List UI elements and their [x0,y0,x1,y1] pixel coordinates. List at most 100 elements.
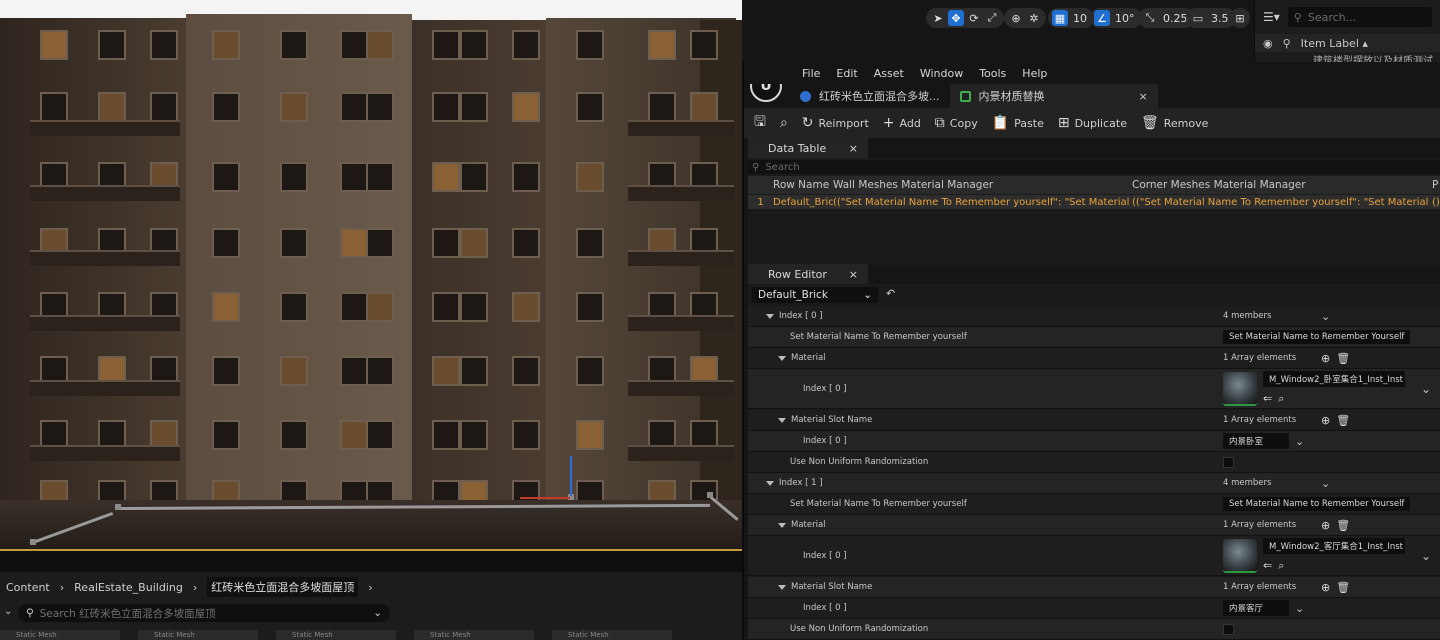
tab-data-table[interactable]: 内景材质替换 × [949,84,1158,108]
paste-button[interactable]: 📋 Paste [992,115,1044,131]
expand-arrow-icon[interactable] [778,355,786,361]
row-editor-panel-tab[interactable]: Row Editor × [748,264,868,284]
select-icon[interactable]: ➤ [930,10,946,26]
spline-point[interactable] [115,504,121,510]
surface-snap-icon[interactable]: ✲ [1026,10,1042,26]
property-row[interactable]: Set Material Name To Remember yourself Se… [748,327,1440,348]
data-table-search[interactable]: ⚲ Search [748,160,1440,174]
column-wall-meshes[interactable]: Wall Meshes Material Manager [833,179,1132,191]
property-row[interactable]: Material 1 Array elements ⊕ 🗑 [748,348,1440,369]
property-row[interactable]: Use Non Uniform Randomization [748,452,1440,473]
trash-icon[interactable]: 🗑 [1336,519,1350,532]
menu-file[interactable]: File [794,67,828,80]
world-space-icon[interactable]: ⊕ [1008,10,1024,26]
add-element-icon[interactable]: ⊕ [1321,352,1330,365]
spline-point[interactable] [707,492,713,498]
property-row[interactable]: Set Material Name To Remember yourself Se… [748,494,1440,515]
visibility-icon[interactable]: ◉ [1263,37,1273,50]
chevron-right-icon[interactable]: › [60,581,64,594]
close-icon[interactable]: × [849,268,858,281]
randomization-checkbox[interactable] [1223,456,1234,468]
asset-tile[interactable]: Static Mesh [138,630,258,640]
asset-tile[interactable]: Static Mesh [414,630,534,640]
use-selected-icon[interactable]: ⇐ [1263,559,1272,573]
add-row-button[interactable]: + Add [883,115,921,131]
menu-help[interactable]: Help [1014,67,1055,80]
close-tab-icon[interactable]: × [1139,90,1148,103]
copy-button[interactable]: ⧉ Copy [935,115,978,131]
trash-icon[interactable]: 🗑 [1336,581,1350,594]
menu-tools[interactable]: Tools [971,67,1014,80]
grid-snap-value[interactable]: 10 [1070,12,1090,25]
rotate-icon[interactable]: ⟳ [966,10,982,26]
angle-snap[interactable]: ∠ 10° [1090,8,1142,28]
chevron-down-icon[interactable]: ⌄ [373,607,382,619]
material-name-input[interactable]: Set Material Name to Remember Yourself [1223,497,1411,511]
scale-snap-icon[interactable]: ⤡ [1142,10,1158,26]
material-asset-combo[interactable]: M_Window2_卧室集合1_Inst_Inst⌄ [1263,371,1405,387]
pin-icon[interactable]: ⚲ [1283,37,1291,50]
browse-asset-icon[interactable]: ⌕ [1278,559,1284,573]
add-element-icon[interactable]: ⊕ [1321,581,1330,594]
use-selected-icon[interactable]: ⇐ [1263,392,1272,406]
outliner-search[interactable]: ⚲ Search... [1287,7,1432,27]
property-row[interactable]: Index [ 1 ] 4 members ⌄ [748,473,1440,494]
property-row[interactable]: Material Slot Name 1 Array elements ⊕ 🗑 [748,577,1440,598]
chevron-down-icon[interactable]: ⌄ [1295,602,1304,615]
expand-arrow-icon[interactable] [778,417,786,423]
expand-arrow-icon[interactable] [766,313,774,319]
property-row[interactable]: Index [ 0 ] 内景客厅 ⌄ [748,598,1440,619]
tab-level[interactable]: 红砖米色立面混合多坡... [790,84,950,108]
chevron-down-icon[interactable]: ⌄ [4,606,12,617]
breadcrumb-folder[interactable]: RealEstate_Building [74,581,183,594]
trash-icon[interactable]: 🗑 [1336,352,1350,365]
spline-point[interactable] [30,539,36,545]
menu-edit[interactable]: Edit [828,67,865,80]
level-viewport[interactable] [0,0,742,572]
expand-chevron-icon[interactable]: ⌄ [1421,549,1431,563]
property-row[interactable]: Index [ 0 ]M_Window2_客厅集合1_Inst_Inst⌄⇐⌕⌄ [748,536,1440,576]
angle-snap-value[interactable]: 10° [1112,12,1138,25]
menu-asset[interactable]: Asset [866,67,912,80]
add-element-icon[interactable]: ⊕ [1321,414,1330,427]
property-row[interactable]: Index [ 0 ] 内景卧室 ⌄ [748,431,1440,452]
grid-snap-icon[interactable]: ▦ [1052,10,1068,26]
column-row-name[interactable]: Row Name [773,179,833,191]
gizmo-x-axis[interactable] [520,497,570,499]
gizmo-z-axis[interactable] [570,456,572,496]
expand-arrow-icon[interactable] [778,584,786,590]
breadcrumb-content[interactable]: Content [6,581,50,594]
column-corner-meshes[interactable]: Corner Meshes Material Manager [1132,179,1432,191]
expand-chevron-icon[interactable]: ⌄ [1421,382,1431,396]
expand-arrow-icon[interactable] [778,522,786,528]
angle-snap-icon[interactable]: ∠ [1094,10,1110,26]
viewport-layout[interactable]: ⊞ [1230,8,1250,28]
material-thumbnail[interactable] [1223,371,1257,406]
remove-button[interactable]: 🗑 Remove [1141,115,1208,131]
property-row[interactable]: Index [ 0 ] 4 members ⌄ [748,306,1440,327]
browse-button[interactable]: ⌕ [780,115,788,131]
move-icon[interactable]: ✥ [948,10,964,26]
chevron-down-icon[interactable]: ⌄ [1321,310,1330,323]
breadcrumb-current[interactable]: 红砖米色立面混合多坡面屋顶 [207,577,359,597]
expand-arrow-icon[interactable] [766,480,774,486]
property-row[interactable]: Index [ 0 ]M_Window2_卧室集合1_Inst_Inst⌄⇐⌕⌄ [748,369,1440,409]
chevron-down-icon[interactable]: ⌄ [1295,435,1304,448]
slot-name-combo[interactable]: 内景卧室 [1223,433,1289,449]
add-element-icon[interactable]: ⊕ [1321,519,1330,532]
data-table-panel-tab[interactable]: Data Table × [748,138,868,158]
viewport-layout-icon[interactable]: ⊞ [1232,10,1248,26]
property-row[interactable]: Material Slot Name 1 Array elements ⊕ 🗑 [748,410,1440,431]
asset-tile[interactable]: Static Mesh [552,630,672,640]
menu-window[interactable]: Window [912,67,971,80]
asset-tile[interactable]: Static Mesh [0,630,120,640]
randomization-checkbox[interactable] [1223,623,1234,635]
duplicate-button[interactable]: ⊞ Duplicate [1058,115,1127,131]
camera-speed-icon[interactable]: ▭ [1190,10,1206,26]
material-thumbnail[interactable] [1223,538,1257,573]
property-row[interactable]: Material 1 Array elements ⊕ 🗑 [748,515,1440,536]
chevron-right-icon[interactable]: › [368,581,372,594]
trash-icon[interactable]: 🗑 [1336,414,1350,427]
filter-icon[interactable]: ☰▾ [1263,10,1280,24]
table-row[interactable]: 1 Default_Bric (("Set Material Name To R… [748,195,1440,209]
